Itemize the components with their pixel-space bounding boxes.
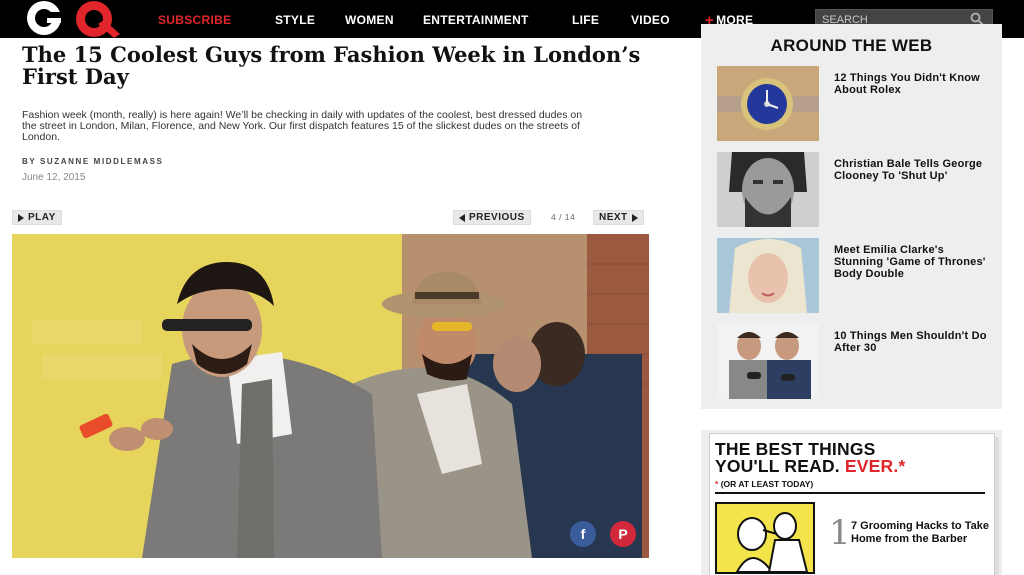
divider — [715, 492, 985, 494]
nav-style[interactable]: STYLE — [275, 13, 315, 27]
previous-button[interactable]: PREVIOUS — [453, 210, 531, 225]
promo-card-emilia-clarke[interactable]: Meet Emilia Clarke's Stunning 'Game of T… — [717, 238, 997, 313]
rolex-watch-thumbnail — [717, 66, 819, 141]
read-item-number: 1 — [829, 513, 851, 553]
gallery-counter: 4 / 14 — [551, 212, 576, 222]
emilia-clarke-thumbnail — [717, 238, 819, 313]
promo-card-men-after-30[interactable]: 10 Things Men Shouldn't Do After 30 — [717, 324, 997, 399]
article-date: June 12, 2015 — [22, 172, 86, 183]
play-button[interactable]: PLAY — [12, 210, 62, 225]
article-dek: Fashion week (month, really) is here aga… — [22, 109, 583, 143]
asterisk-icon: * — [715, 479, 719, 489]
gallery-controls: PLAY PREVIOUS 4 / 14 NEXT — [12, 210, 649, 226]
around-the-web-panel: AROUND THE WEB 12 Things You Didn't Know… — [701, 24, 1002, 409]
next-label: NEXT — [599, 212, 628, 223]
best-read-item[interactable]: 1 7 Grooming Hacks to Take Home from the… — [715, 502, 989, 574]
pinterest-share-button[interactable]: P — [610, 521, 636, 547]
facebook-share-button[interactable]: f — [570, 521, 596, 547]
next-button[interactable]: NEXT — [593, 210, 644, 225]
best-things-title: THE BEST THINGS YOU'LL READ. EVER.* — [715, 440, 906, 476]
gq-logo[interactable] — [14, 0, 134, 40]
gallery-photo[interactable]: f P — [12, 234, 649, 558]
promo-card-caption: 12 Things You Didn't Know About Rolex — [834, 72, 980, 96]
best-things-subtitle: * (OR AT LEAST TODAY) — [715, 479, 813, 489]
men-gaming-thumbnail — [717, 324, 819, 399]
best-things-line2: YOU'LL READ. — [715, 456, 845, 476]
arrow-left-icon — [459, 213, 465, 222]
play-icon — [18, 213, 24, 222]
nav-life[interactable]: LIFE — [572, 13, 599, 27]
facebook-icon: f — [580, 526, 586, 542]
read-item-title: 7 Grooming Hacks to Take Home from the B… — [851, 520, 989, 545]
nav-entertainment[interactable]: ENTERTAINMENT — [423, 13, 529, 27]
street-style-photo — [12, 234, 649, 558]
promo-card-christian-bale[interactable]: Christian Bale Tells George Clooney To '… — [717, 152, 997, 227]
previous-label: PREVIOUS — [469, 212, 525, 223]
barber-illustration-thumbnail — [715, 502, 815, 574]
best-things-box: THE BEST THINGS YOU'LL READ. EVER.* * (O… — [709, 433, 995, 575]
around-the-web-title: AROUND THE WEB — [770, 36, 933, 55]
arrow-right-icon — [631, 213, 638, 222]
promo-card-rolex[interactable]: 12 Things You Didn't Know About Rolex — [717, 66, 997, 141]
best-things-ever: EVER.* — [844, 456, 906, 476]
nav-video[interactable]: VIDEO — [631, 13, 670, 27]
play-label: PLAY — [28, 212, 56, 223]
nav-women[interactable]: WOMEN — [345, 13, 394, 27]
pinterest-icon: P — [618, 526, 628, 542]
best-things-panel: THE BEST THINGS YOU'LL READ. EVER.* * (O… — [701, 430, 1002, 575]
nav-subscribe[interactable]: SUBSCRIBE — [158, 13, 231, 27]
promo-card-caption: Christian Bale Tells George Clooney To '… — [834, 158, 983, 182]
best-things-subtitle-text: (OR AT LEAST TODAY) — [720, 479, 814, 489]
article-headline: The 15 Coolest Guys from Fashion Week in… — [22, 42, 641, 89]
promo-card-caption: Meet Emilia Clarke's Stunning 'Game of T… — [834, 244, 986, 280]
promo-card-caption: 10 Things Men Shouldn't Do After 30 — [834, 330, 987, 354]
christian-bale-thumbnail — [717, 152, 819, 227]
article-byline[interactable]: BY SUZANNE MIDDLEMASS — [22, 157, 163, 166]
